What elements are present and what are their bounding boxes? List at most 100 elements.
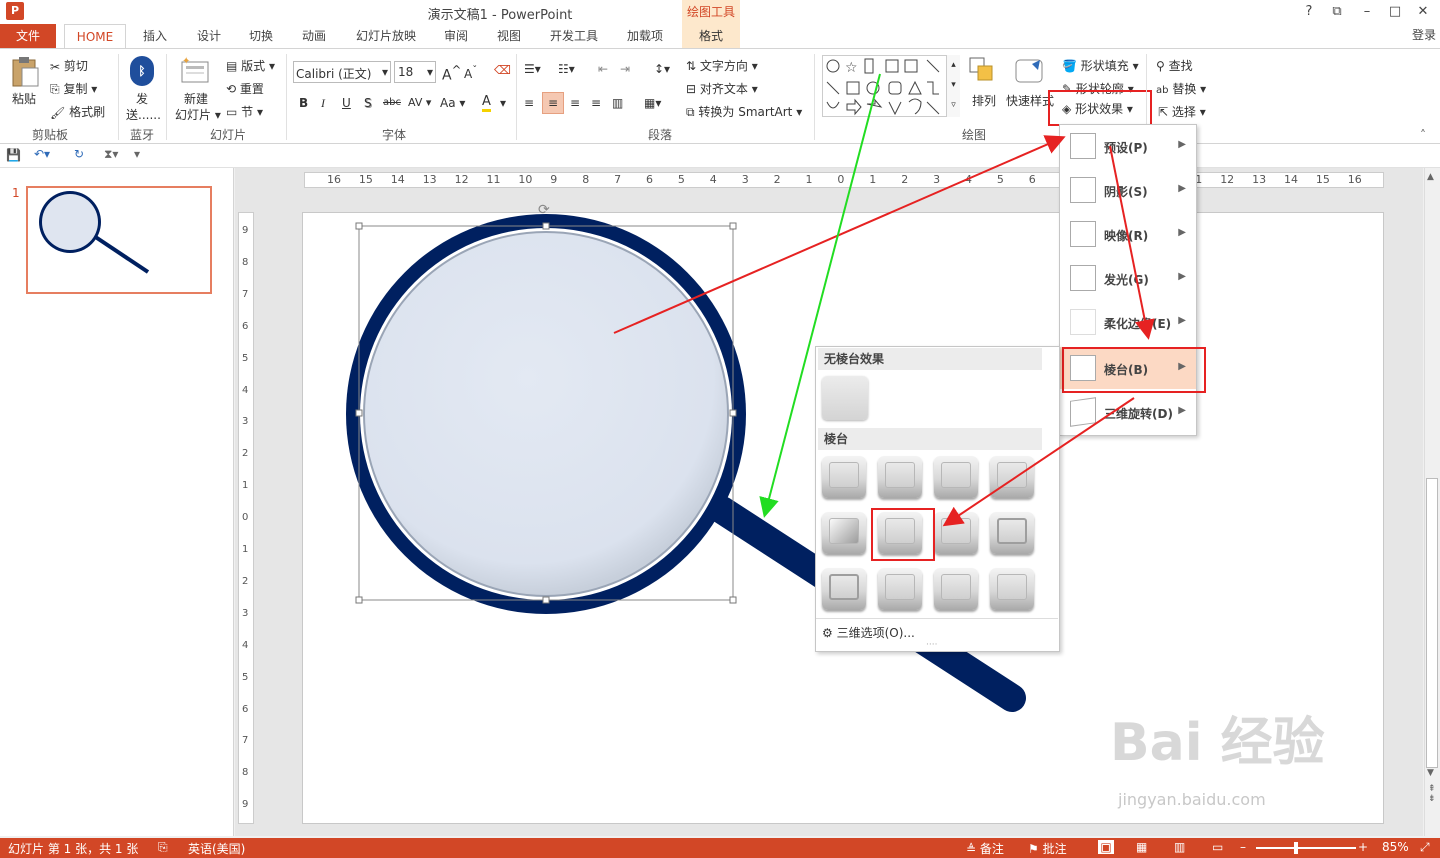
distributed-button[interactable]: ▥ <box>612 96 623 110</box>
language-indicator[interactable]: 英语(美国) <box>188 840 245 857</box>
paste-button[interactable]: 粘贴 <box>12 90 36 107</box>
prev-slide-icon[interactable]: ⇞ ⇟ <box>1428 784 1436 804</box>
character-spacing-button[interactable]: AV ▾ <box>408 96 431 109</box>
vertical-ruler[interactable]: 9 8 7 6 5 4 3 2 1 0 1 2 3 4 5 6 7 8 9 <box>238 212 254 824</box>
menu-item-preset[interactable]: 预设(P) ▶ <box>1060 125 1196 167</box>
zoom-level[interactable]: 85% <box>1382 840 1409 854</box>
align-right-button[interactable]: ≡ <box>570 96 580 110</box>
bevel-option[interactable] <box>990 568 1034 610</box>
bevel-option[interactable] <box>822 512 866 554</box>
layout-button[interactable]: ▤ 版式 ▾ <box>226 57 275 74</box>
bevel-option[interactable] <box>990 456 1034 498</box>
tab-view[interactable]: 视图 <box>490 24 528 48</box>
3d-options-link[interactable]: ⚙ 三维选项(O)... <box>822 624 915 641</box>
font-color-button[interactable]: A <box>482 94 491 112</box>
bold-button[interactable]: B <box>299 96 308 110</box>
tab-transitions[interactable]: 切换 <box>242 24 280 48</box>
fit-to-window-icon[interactable]: ⤢ <box>1420 840 1430 855</box>
minimize-button[interactable]: – <box>1354 2 1380 22</box>
menu-item-soft-edges[interactable]: 柔化边缘(E) ▶ <box>1060 301 1196 343</box>
help-button[interactable]: ? <box>1296 2 1322 22</box>
line-spacing-button[interactable]: ↕▾ <box>654 62 670 76</box>
replace-button[interactable]: ab 替换 ▾ <box>1156 80 1206 97</box>
section-button[interactable]: ▭ 节 ▾ <box>226 103 263 120</box>
bevel-option[interactable] <box>934 456 978 498</box>
convert-smartart-button[interactable]: ⧉ 转换为 SmartArt ▾ <box>686 103 802 120</box>
undo-icon[interactable]: ↶▾ <box>34 147 50 161</box>
slideshow-view-icon[interactable]: ▭ <box>1212 840 1223 854</box>
menu-item-3d-rotation[interactable]: 三维旋转(D) ▶ <box>1060 391 1196 433</box>
cut-button[interactable]: ✂ 剪切 <box>50 57 88 74</box>
strikethrough-button[interactable]: abc <box>383 97 401 108</box>
bevel-option[interactable] <box>822 568 866 610</box>
scroll-up-arrow[interactable]: ▲ <box>1427 172 1434 182</box>
zoom-out-button[interactable]: – <box>1240 840 1246 854</box>
slide-sorter-icon[interactable]: ▦ <box>1136 840 1147 854</box>
decrease-indent-button[interactable]: ⇤ <box>598 62 608 76</box>
bevel-option[interactable] <box>878 568 922 610</box>
justify-button[interactable]: ≡ <box>591 96 601 110</box>
tab-addins[interactable]: 加载项 <box>620 24 670 48</box>
collapse-ribbon-icon[interactable]: ˄ <box>1420 128 1426 142</box>
spellcheck-icon[interactable]: ⎘ <box>158 840 168 855</box>
tab-format[interactable]: 格式 <box>682 24 740 48</box>
menu-item-reflection[interactable]: 映像(R) ▶ <box>1060 213 1196 255</box>
slide-thumbnail[interactable] <box>26 186 212 294</box>
save-icon[interactable]: 💾 <box>6 148 21 162</box>
bevel-option[interactable] <box>878 456 922 498</box>
italic-button[interactable]: I <box>321 96 325 111</box>
shape-fill-button[interactable]: 🪣 形状填充 ▾ <box>1062 57 1139 74</box>
tab-file[interactable]: 文件 <box>0 24 56 48</box>
scroll-thumb[interactable] <box>1426 478 1438 768</box>
find-button[interactable]: ⚲ 查找 <box>1156 57 1193 74</box>
columns-button[interactable]: ▦▾ <box>644 96 661 110</box>
zoom-slider-track[interactable] <box>1256 847 1356 849</box>
horizontal-ruler[interactable]: 1615141312111098765432101234567891011121… <box>304 172 1384 188</box>
chevron-down-icon[interactable]: ▾ <box>500 96 506 110</box>
select-button[interactable]: ⇱ 选择 ▾ <box>1158 103 1206 120</box>
redo-icon[interactable]: ↻ <box>74 147 84 161</box>
no-bevel-option[interactable] <box>822 376 868 420</box>
shapes-gallery-scroll[interactable]: ▴ ▾ ▿ <box>946 55 960 117</box>
numbering-button[interactable]: ☷▾ <box>558 62 575 76</box>
arrange-button[interactable]: 排列 <box>972 92 996 109</box>
customize-qat-icon[interactable]: ▾ <box>134 147 140 161</box>
zoom-slider-thumb[interactable] <box>1294 842 1298 854</box>
text-shadow-button[interactable]: S <box>364 96 372 110</box>
bevel-option[interactable] <box>934 568 978 610</box>
shape-effects-button[interactable]: ◈ 形状效果 ▾ <box>1048 90 1152 126</box>
restore-button[interactable]: □ <box>1382 2 1408 22</box>
copy-button[interactable]: ⎘ 复制 ▾ <box>50 80 97 97</box>
align-text-button[interactable]: ⊟ 对齐文本 ▾ <box>686 80 758 97</box>
tab-slideshow[interactable]: 幻灯片放映 <box>348 24 424 48</box>
send-button[interactable]: 发 <box>136 90 148 107</box>
text-direction-button[interactable]: ⇅ 文字方向 ▾ <box>686 57 758 74</box>
reset-button[interactable]: ⟲ 重置 <box>226 80 264 97</box>
format-painter-button[interactable]: 🖌 格式刷 <box>50 103 105 120</box>
gallery-resize-grip[interactable]: ···· <box>926 640 937 650</box>
quick-styles-button[interactable]: 快速样式 <box>1006 92 1054 109</box>
normal-view-icon[interactable]: ▣ <box>1098 840 1114 854</box>
start-slideshow-icon[interactable]: ⧗▾ <box>104 147 118 162</box>
bullets-button[interactable]: ☰▾ <box>524 62 541 76</box>
zoom-in-button[interactable]: + <box>1358 840 1368 854</box>
tab-developer[interactable]: 开发工具 <box>545 24 603 48</box>
tab-insert[interactable]: 插入 <box>136 24 174 48</box>
tab-review[interactable]: 审阅 <box>437 24 475 48</box>
font-size-dropdown[interactable]: 18 ▾ <box>394 61 436 83</box>
reading-view-icon[interactable]: ▥ <box>1174 840 1185 854</box>
change-case-button[interactable]: Aa ▾ <box>440 96 465 110</box>
bevel-option[interactable] <box>990 512 1034 554</box>
tab-home[interactable]: HOME <box>64 24 126 49</box>
shrink-font-button[interactable]: Aˇ <box>464 65 477 81</box>
bevel-option[interactable] <box>822 456 866 498</box>
increase-indent-button[interactable]: ⇥ <box>620 62 630 76</box>
clear-formatting-icon[interactable]: ⌫ <box>494 63 511 77</box>
scroll-down-arrow[interactable]: ▼ <box>1427 768 1434 778</box>
font-name-dropdown[interactable]: Calibri (正文) ▾ <box>293 61 391 83</box>
shapes-gallery[interactable]: ☆ <box>822 55 960 117</box>
menu-item-glow[interactable]: 发光(G) ▶ <box>1060 257 1196 299</box>
ribbon-display-button[interactable]: ⧉ <box>1324 2 1350 22</box>
notes-button[interactable]: ≜ 备注 <box>966 840 1004 857</box>
comments-button[interactable]: ⚑ 批注 <box>1028 840 1067 857</box>
